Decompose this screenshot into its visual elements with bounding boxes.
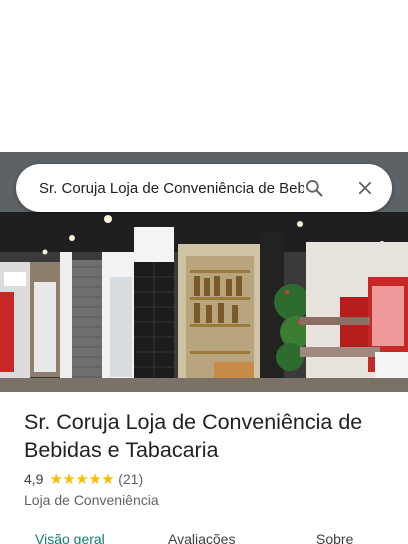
star-icon: ★ (88, 470, 102, 488)
review-count[interactable]: (21) (118, 471, 143, 487)
place-category[interactable]: Loja de Conveniência (24, 492, 159, 508)
star-rating: ★ ★ ★ ★ ★ (49, 472, 114, 487)
search-bar[interactable]: Sr. Coruja Loja de Conveniência de Bebid… (16, 164, 392, 212)
tab-about[interactable]: Sobre (316, 531, 353, 544)
tab-reviews[interactable]: Avaliações (168, 531, 235, 544)
tab-overview[interactable]: Visão geral (35, 531, 105, 544)
place-title: Sr. Coruja Loja de Conveniência de Bebid… (24, 410, 363, 462)
star-icon: ★ (101, 470, 115, 488)
star-icon: ★ (49, 470, 63, 488)
star-icon: ★ (62, 470, 76, 488)
rating-row[interactable]: 4,9 ★ ★ ★ ★ ★ (21) (24, 471, 143, 487)
search-query-text[interactable]: Sr. Coruja Loja de Conveniência de Bebid… (39, 180, 304, 197)
place-tabs: Visão geral Avaliações Sobre (0, 527, 408, 544)
rating-value: 4,9 (24, 471, 44, 487)
close-icon[interactable] (353, 176, 377, 200)
star-icon: ★ (75, 470, 89, 488)
search-icon[interactable] (302, 176, 326, 200)
